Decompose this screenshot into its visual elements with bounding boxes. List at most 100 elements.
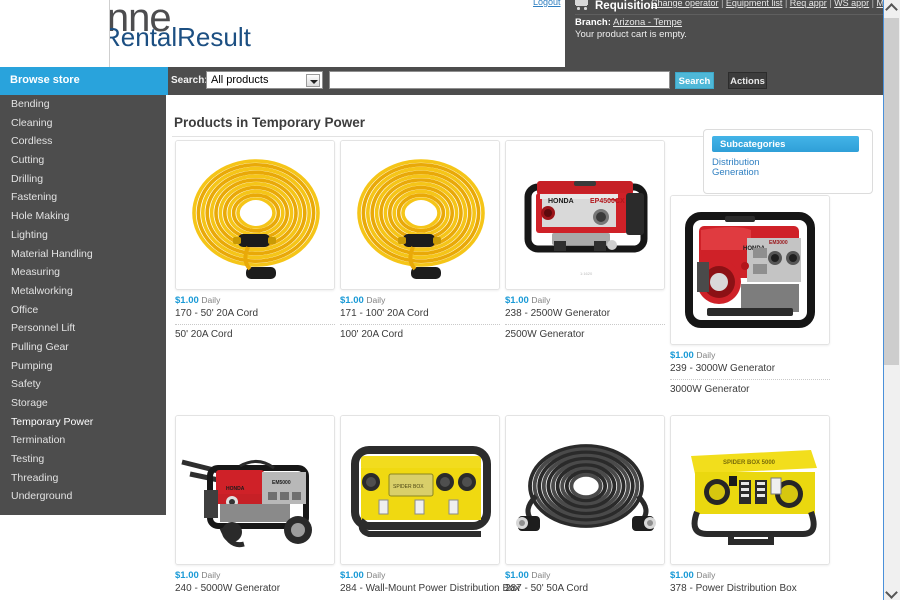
product-price: $1.00 Daily [175, 295, 335, 306]
sidebar-item-threading[interactable]: Threading [0, 469, 166, 488]
svg-text:1:1620: 1:1620 [580, 271, 593, 276]
scroll-down-button[interactable] [884, 583, 899, 600]
product-image-yellow-extension-cord-coil[interactable] [340, 140, 500, 290]
product-description: 100' 20A Cord [340, 329, 404, 340]
branch-value-link[interactable]: Arizona - Tempe [613, 17, 682, 28]
svg-text:EM5000: EM5000 [272, 480, 291, 486]
requisition-header[interactable]: Requisition [575, 0, 658, 12]
browse-store-label: Browse store [10, 74, 80, 86]
requisition-label: Requisition [595, 0, 658, 12]
brand-product: RentalResult [102, 22, 251, 52]
sidebar-item-underground[interactable]: Underground [0, 487, 166, 506]
sidebar-item-pumping[interactable]: Pumping [0, 357, 166, 376]
sidebar-item-office[interactable]: Office [0, 301, 166, 320]
product-price: $1.00 Daily [340, 570, 500, 581]
browse-store-header[interactable]: Browse store [0, 67, 166, 95]
sidebar-item-safety[interactable]: Safety [0, 375, 166, 394]
shopping-cart-icon [575, 0, 590, 10]
product-description: 2500W Generator [505, 329, 585, 340]
page-scrollbar-thumb[interactable] [884, 18, 899, 365]
logo-area [0, 0, 110, 67]
sidebar-item-temporary-power[interactable]: Temporary Power [0, 413, 166, 432]
product-name[interactable]: 171 - 100' 20A Cord [340, 308, 500, 319]
product-card[interactable]: HONDA EM5000 $1.00 Daily 240 - 5000W Genera… [175, 415, 335, 594]
product-name[interactable]: 240 - 5000W Generator [175, 583, 335, 594]
search-category-value: All products [211, 74, 269, 86]
product-card[interactable]: SPIDER BOX 5000 $1.00 Daily 378 - Power Di… [670, 415, 830, 594]
product-price-value: $1.00 [340, 570, 364, 581]
product-image-black-cord-coil[interactable] [505, 415, 665, 565]
product-card[interactable]: $1.00 Daily 170 - 50' 20A Cord 50' 20A Cor… [175, 140, 335, 340]
actions-button[interactable]: Actions [728, 72, 767, 89]
header-divider [575, 14, 900, 15]
product-price: $1.00 Daily [175, 570, 335, 581]
subcategories-header: Subcategories [712, 136, 859, 152]
product-card[interactable]: HONDA EP4500CX 1:1620 $1.00 Daily 238 - 2500… [505, 140, 665, 340]
sidebar-item-fastening[interactable]: Fastening [0, 188, 166, 207]
product-price-value: $1.00 [670, 350, 694, 361]
product-card[interactable]: HONDAEM3000 $1.00 Daily 239 - 3000W Genera… [670, 195, 830, 395]
sidebar-item-personnel-lift[interactable]: Personnel Lift [0, 319, 166, 338]
search-category-select[interactable]: All products [206, 71, 323, 89]
product-name[interactable]: 287 - 50' 50A Cord [505, 583, 665, 594]
logo-area-divider [109, 0, 110, 67]
sidebar-item-metalworking[interactable]: Metalworking [0, 282, 166, 301]
product-price-value: $1.00 [670, 570, 694, 581]
product-image-honda-red-generator-wheeled[interactable]: HONDA EM5000 [175, 415, 335, 565]
product-name[interactable]: 378 - Power Distribution Box [670, 583, 830, 594]
sidebar-item-cleaning[interactable]: Cleaning [0, 114, 166, 133]
sidebar-item-material-handling[interactable]: Material Handling [0, 245, 166, 264]
product-image-yellow-portable-distribution-box[interactable]: SPIDER BOX 5000 [670, 415, 830, 565]
sidebar-item-cordless[interactable]: Cordless [0, 132, 166, 151]
product-card[interactable]: SPIDER BOX $1.00 Daily 284 - Wall-Mount Po… [340, 415, 520, 594]
header-nav-links[interactable]: Change operator | Equipment list | Req a… [651, 0, 883, 8]
product-price-period: Daily [201, 570, 221, 580]
logout-link[interactable]: Logout [533, 0, 561, 7]
product-price-value: $1.00 [505, 295, 529, 306]
subcategories-panel: Subcategories Distribution Generation [703, 129, 873, 194]
header-link-ws-appr[interactable]: WS appr [834, 0, 869, 8]
sidebar-item-pulling-gear[interactable]: Pulling Gear [0, 338, 166, 357]
chevron-down-icon[interactable] [306, 73, 320, 87]
search-input[interactable] [329, 71, 670, 89]
sidebar-item-measuring[interactable]: Measuring [0, 263, 166, 282]
header-link-change-operator[interactable]: Change operator [651, 0, 719, 8]
product-price: $1.00 Daily [670, 350, 830, 361]
product-image-yellow-power-distribution-box[interactable]: SPIDER BOX [340, 415, 500, 565]
product-name[interactable]: 239 - 3000W Generator [670, 363, 830, 374]
search-button[interactable]: Search [675, 72, 714, 89]
product-price: $1.00 Daily [340, 295, 500, 306]
svg-text:EM3000: EM3000 [769, 240, 788, 246]
sidebar-item-lighting[interactable]: Lighting [0, 226, 166, 245]
sidebar-category-list[interactable]: Bending Cleaning Cordless Cutting Drilling Fa… [0, 95, 166, 515]
subcategory-link-generation[interactable]: Generation [712, 167, 759, 178]
chevron-down-icon [887, 586, 896, 595]
product-name[interactable]: 238 - 2500W Generator [505, 308, 665, 319]
product-image-honda-red-generator-horizontal[interactable]: HONDA EP4500CX 1:1620 [505, 140, 665, 290]
product-price-period: Daily [696, 350, 716, 360]
product-card[interactable]: $1.00 Daily 171 - 100' 20A Cord 100' 20A C… [340, 140, 500, 340]
header-link-equipment-list[interactable]: Equipment list [726, 0, 783, 8]
sidebar-item-drilling[interactable]: Drilling [0, 170, 166, 189]
product-image-yellow-extension-cord-coil[interactable] [175, 140, 335, 290]
product-card[interactable]: $1.00 Daily 287 - 50' 50A Cord [505, 415, 665, 594]
product-name[interactable]: 284 - Wall-Mount Power Distribution Box [340, 583, 520, 594]
sidebar-item-hole-making[interactable]: Hole Making [0, 207, 166, 226]
sidebar-item-storage[interactable]: Storage [0, 394, 166, 413]
product-price-period: Daily [531, 570, 551, 580]
product-price-period: Daily [366, 295, 386, 305]
product-price: $1.00 Daily [505, 570, 665, 581]
product-image-honda-red-generator-compact[interactable]: HONDAEM3000 [670, 195, 830, 345]
product-price-value: $1.00 [175, 570, 199, 581]
sidebar-item-termination[interactable]: Termination [0, 431, 166, 450]
svg-text:SPIDER BOX 5000: SPIDER BOX 5000 [723, 460, 776, 466]
sidebar-item-bending[interactable]: Bending [0, 95, 166, 114]
product-divider [670, 379, 830, 380]
product-price-value: $1.00 [175, 295, 199, 306]
sidebar-item-cutting[interactable]: Cutting [0, 151, 166, 170]
product-name[interactable]: 170 - 50' 20A Cord [175, 308, 335, 319]
scroll-up-button[interactable] [884, 0, 899, 17]
branch-row: Branch: Arizona - Tempe [575, 17, 682, 28]
header-link-req-appr[interactable]: Req appr [790, 0, 827, 8]
sidebar-item-testing[interactable]: Testing [0, 450, 166, 469]
